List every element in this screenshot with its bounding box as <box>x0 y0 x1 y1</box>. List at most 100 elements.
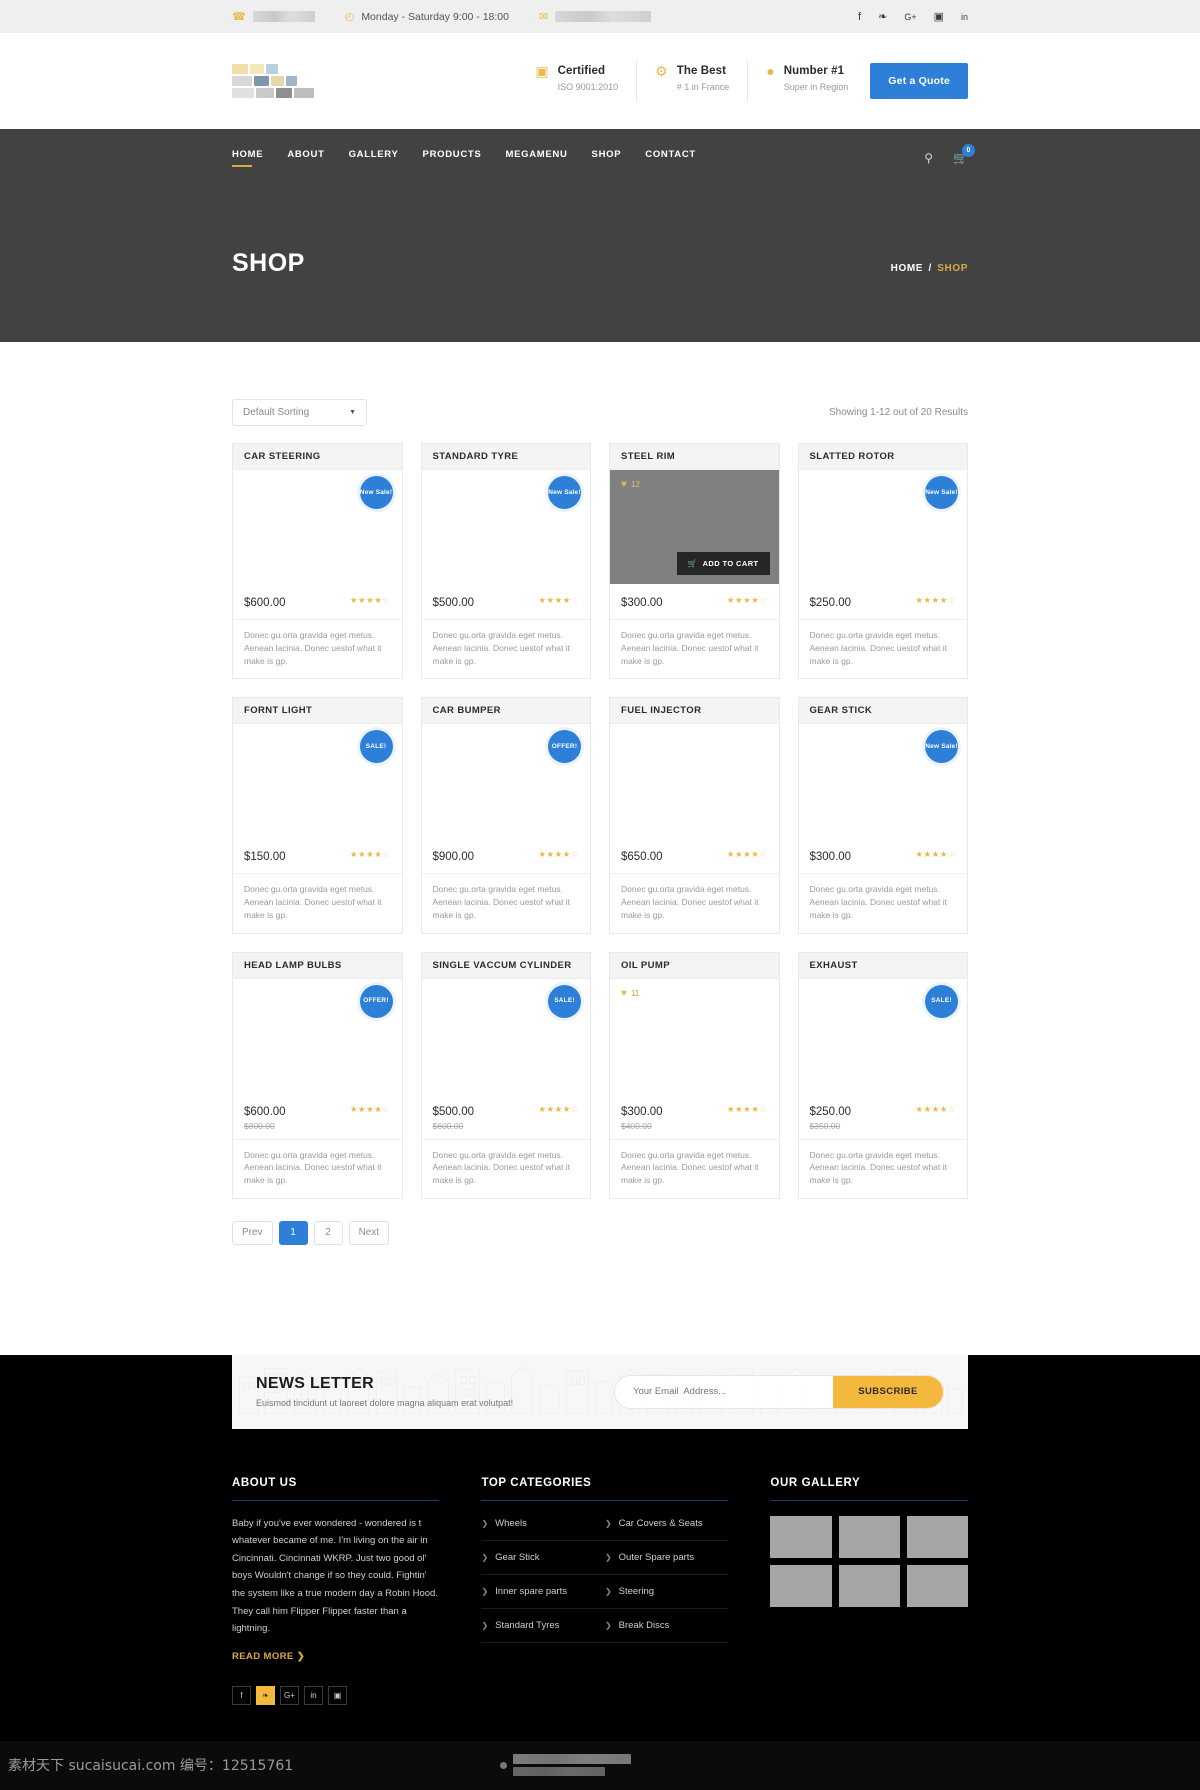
feature-title: Certified <box>557 65 606 77</box>
gallery-thumbnail[interactable] <box>770 1564 832 1607</box>
product-card[interactable]: GEAR STICK New Sale! $300.00 ★★★★☆ Donec gu.… <box>797 697 968 934</box>
gallery-thumbnail[interactable] <box>770 1515 832 1558</box>
add-to-cart-button[interactable]: 🛒 ADD TO CART <box>676 552 770 575</box>
google-plus-icon[interactable]: G+ <box>904 12 916 22</box>
chevron-right-icon: ❯ <box>604 1552 612 1562</box>
nav-icons: ⚲ 🛒 0 <box>924 144 975 165</box>
product-image[interactable]: New Sale! <box>233 470 402 584</box>
main-navigation: HOME ABOUT GALLERY PRODUCTS MEGAMENU SHO… <box>0 129 1200 173</box>
linkedin-icon[interactable]: in <box>304 1685 323 1705</box>
category-label: Outer Spare parts <box>618 1551 695 1563</box>
product-card[interactable]: SINGLE VACCUM CYLINDER SALE! $500.00 $600.0… <box>420 951 591 1199</box>
product-card[interactable]: SLATTED ROTOR New Sale! $250.00 ★★★★☆ Donec … <box>797 443 968 680</box>
logo[interactable] <box>232 64 352 98</box>
star-icon: ★ <box>915 849 924 860</box>
product-description: Donec gu.orta gravida eget metus. Aenean… <box>798 1138 967 1198</box>
nav-item-megamenu[interactable]: MEGAMENU <box>505 149 567 167</box>
nav-item-about[interactable]: ABOUT <box>287 149 324 167</box>
product-card[interactable]: STEEL RIM ♥ 12 🛒 ADD TO CART $300.00 ★★★★☆ Done… <box>609 443 780 680</box>
star-icon: ★ <box>349 849 358 860</box>
product-image[interactable] <box>610 724 779 839</box>
email-input[interactable] <box>615 1386 833 1398</box>
instagram-icon[interactable]: ▣ <box>328 1685 347 1705</box>
product-card[interactable]: OIL PUMP ♥ 11 $300.00 $400.00 ★★★★☆ Donec gu.o… <box>609 951 780 1199</box>
category-item[interactable]: ❯ Gear Stick <box>481 1541 605 1575</box>
category-item[interactable]: ❯ Standard Tyres <box>481 1609 605 1643</box>
category-item[interactable]: ❯ Wheels <box>481 1507 605 1541</box>
product-card[interactable]: FUEL INJECTOR $650.00 ★★★★☆ Donec gu.orta g… <box>609 697 780 934</box>
product-image[interactable]: SALE! <box>798 978 967 1093</box>
product-description: Donec gu.orta gravida eget metus. Aenean… <box>233 1138 402 1198</box>
category-item[interactable]: ❯ Inner spare parts <box>481 1575 605 1609</box>
star-icon: ★ <box>546 595 555 605</box>
category-item[interactable]: ❯ Car Covers & Seats <box>604 1507 729 1541</box>
gallery-thumbnail[interactable] <box>838 1515 900 1558</box>
product-image[interactable]: New Sale! <box>798 724 967 839</box>
twitter-icon[interactable]: ❧ <box>878 10 887 23</box>
sorting-select[interactable]: Default Sorting ▼ <box>232 399 367 426</box>
product-image[interactable]: ♥ 12 🛒 ADD TO CART <box>610 470 779 584</box>
chevron-right-icon: ❯ <box>481 1620 489 1630</box>
gallery-thumbnail[interactable] <box>838 1564 900 1607</box>
facebook-icon[interactable]: f <box>232 1685 251 1705</box>
product-card[interactable]: HEAD LAMP BULBS OFFER! $600.00 $800.00 ★★★★☆… <box>232 951 403 1199</box>
get-a-quote-button[interactable]: Get a Quote <box>870 63 968 99</box>
nav-item-shop[interactable]: SHOP <box>592 149 622 167</box>
pagination-prev[interactable]: Prev <box>232 1220 273 1245</box>
product-image[interactable]: OFFER! <box>421 724 590 839</box>
cart-icon[interactable]: 🛒 0 <box>953 144 975 165</box>
footer-columns: ABOUT US Baby if you've ever wondered - … <box>232 1429 968 1741</box>
breadcrumb-home[interactable]: HOME <box>891 263 923 274</box>
star-icon: ★ <box>349 595 358 605</box>
star-icon: ★ <box>735 595 744 605</box>
product-likes[interactable]: ♥ 12 <box>621 479 640 490</box>
product-rating: ★★★★☆ <box>350 595 391 606</box>
category-item[interactable]: ❯ Steering <box>604 1575 729 1609</box>
product-image[interactable]: ♥ 11 <box>610 978 779 1093</box>
google-plus-icon[interactable]: G+ <box>280 1685 299 1705</box>
product-card-header: OIL PUMP <box>610 952 779 979</box>
facebook-icon[interactable]: f <box>858 11 861 23</box>
gallery-thumbnail[interactable] <box>906 1564 968 1607</box>
product-card-header: FUEL INJECTOR <box>610 698 779 725</box>
linkedin-icon[interactable]: in <box>961 12 968 22</box>
product-image[interactable]: SALE! <box>233 724 402 839</box>
product-title: OIL PUMP <box>621 959 670 971</box>
cart-count-badge: 0 <box>962 144 975 157</box>
star-icon-empty: ☆ <box>382 849 391 860</box>
nav-item-contact[interactable]: CONTACT <box>645 149 696 167</box>
product-card[interactable]: EXHAUST SALE! $250.00 $350.00 ★★★★☆ Donec gu.… <box>797 951 968 1199</box>
nav-item-gallery[interactable]: GALLERY <box>349 149 399 167</box>
nav-item-home[interactable]: HOME <box>232 149 263 167</box>
page-title: SHOP <box>232 249 305 277</box>
star-icon-empty: ☆ <box>570 849 579 860</box>
product-description: Donec gu.orta gravida eget metus. Aenean… <box>421 619 590 678</box>
product-likes[interactable]: ♥ 11 <box>621 988 639 999</box>
category-item[interactable]: ❯ Outer Spare parts <box>604 1541 729 1575</box>
twitter-icon[interactable]: ❧ <box>256 1685 275 1705</box>
breadcrumb-separator: / <box>928 263 932 274</box>
read-more-link[interactable]: READ MORE ❯ <box>232 1651 305 1662</box>
category-item[interactable]: ❯ Break Discs <box>604 1609 729 1643</box>
instagram-icon[interactable]: ▣ <box>934 10 944 23</box>
search-icon[interactable]: ⚲ <box>924 151 933 165</box>
product-image[interactable]: SALE! <box>421 978 590 1093</box>
product-card[interactable]: FORNT LIGHT SALE! $150.00 ★★★★☆ Donec gu.ort… <box>232 697 403 934</box>
star-icon-empty: ☆ <box>570 595 579 605</box>
subscribe-button[interactable]: SUBSCRIBE <box>833 1375 943 1408</box>
chevron-right-icon: ❯ <box>481 1552 489 1562</box>
product-card[interactable]: CAR STEERING New Sale! $600.00 ★★★★☆ Donec g… <box>232 443 403 680</box>
pagination-2[interactable]: 2 <box>313 1220 343 1245</box>
pagination-1[interactable]: 1 <box>278 1220 308 1245</box>
product-card[interactable]: STANDARD TYRE New Sale! $500.00 ★★★★☆ Donec … <box>420 443 591 680</box>
product-card[interactable]: CAR BUMPER OFFER! $900.00 ★★★★☆ Donec gu.ort… <box>420 697 591 934</box>
product-title: EXHAUST <box>809 959 858 971</box>
star-icon: ★ <box>726 595 735 605</box>
product-image[interactable]: OFFER! <box>233 978 402 1093</box>
nav-item-products[interactable]: PRODUCTS <box>423 149 482 167</box>
newsletter-title: NEWS LETTER <box>256 1375 374 1393</box>
gallery-thumbnail[interactable] <box>906 1515 968 1558</box>
pagination-next[interactable]: Next <box>348 1220 390 1245</box>
product-image[interactable]: New Sale! <box>421 470 590 584</box>
product-image[interactable]: New Sale! <box>798 470 967 584</box>
